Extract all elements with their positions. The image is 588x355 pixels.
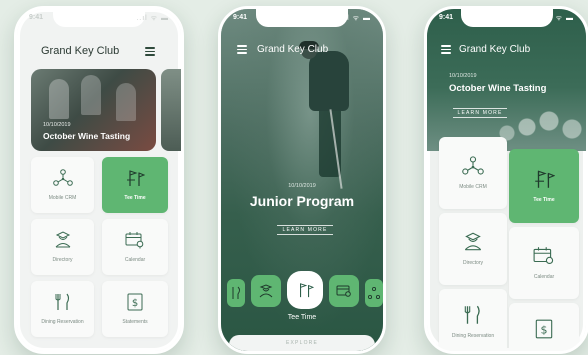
- phone-home-screen: 9:41 ..ıl ᯤ ▬ Grand Key Club 10/10/2019 …: [14, 6, 184, 354]
- tile-statements[interactable]: $ Statements: [102, 281, 168, 337]
- event-title: Junior Program: [249, 193, 355, 209]
- status-time: 9:41: [233, 14, 248, 21]
- tile-label: Dining Reservation: [41, 319, 84, 325]
- event-date: 10/10/2019: [288, 183, 316, 189]
- calendar-icon: [533, 247, 554, 265]
- tile-label: Tee Time: [533, 197, 555, 203]
- tile-tee-time[interactable]: Tee Time: [509, 149, 579, 223]
- tile-dining-reservation[interactable]: Dining Reservation: [31, 281, 94, 337]
- carousel-selected-label: Tee Time: [287, 314, 317, 321]
- event-title: October Wine Tasting: [43, 131, 131, 141]
- carousel-item-tee-time[interactable]: [287, 271, 323, 309]
- svg-text:$: $: [541, 323, 548, 336]
- network-icon: [462, 156, 484, 175]
- tile-label: Dining Reservation: [451, 333, 495, 339]
- network-icon: [368, 287, 380, 299]
- tile-directory[interactable]: Directory: [31, 219, 94, 275]
- event-card[interactable]: 10/10/2019 October Wine Tasting: [31, 69, 156, 151]
- golf-flag-icon: [535, 170, 555, 188]
- menu-icon[interactable]: [441, 45, 451, 54]
- svg-text:$: $: [132, 298, 138, 309]
- tile-label: Calendar: [124, 257, 146, 263]
- tile-statements[interactable]: $: [509, 303, 579, 351]
- tile-dining-reservation[interactable]: Dining Reservation: [439, 289, 507, 351]
- directory-icon: [464, 232, 482, 251]
- status-bar: 9:41 ..ıl ᯤ ▬: [17, 14, 181, 26]
- golf-balls-hero-image: [427, 9, 586, 151]
- tile-label: Mobile CRM: [459, 184, 487, 190]
- carousel-item-dining[interactable]: [227, 279, 245, 307]
- learn-more-button[interactable]: LEARN MORE: [453, 108, 507, 118]
- directory-icon: [259, 284, 273, 298]
- tile-mobile-crm[interactable]: Mobile CRM: [31, 157, 94, 213]
- app-title: Grand Key Club: [459, 44, 531, 55]
- phone-event-detail-screen: 9:41 ..ıl ᯤ ▬ Grand Key Club 10/10/2019 …: [218, 6, 386, 354]
- fork-knife-icon: [232, 286, 240, 299]
- carousel-item-calendar[interactable]: [329, 275, 359, 307]
- event-title: October Wine Tasting: [449, 83, 547, 94]
- phone-home-screen-alt: 9:41 ..ıl ᯤ ▬ Grand Key Club 10/10/2019 …: [424, 6, 588, 354]
- status-time: 9:41: [29, 14, 44, 21]
- fork-knife-icon: [55, 293, 69, 310]
- calendar-icon: [336, 285, 351, 297]
- status-time: 9:41: [439, 14, 454, 21]
- app-title: Grand Key Club: [41, 45, 120, 57]
- tile-label: Tee Time: [124, 195, 146, 201]
- tile-label: Statements: [122, 319, 148, 325]
- wine-glass-image: [116, 83, 136, 121]
- tile-calendar[interactable]: Calendar: [102, 219, 168, 275]
- wine-glass-image: [49, 79, 69, 119]
- status-icons: ..ıl ᯤ ▬: [136, 15, 169, 22]
- wine-glass-image: [81, 75, 101, 115]
- network-icon: [52, 169, 73, 186]
- status-bar: 9:41 ..ıl ᯤ ▬: [221, 14, 383, 26]
- statement-icon: $: [127, 293, 143, 311]
- golf-flag-icon: [300, 283, 314, 298]
- app-title: Grand Key Club: [257, 44, 329, 55]
- carousel-item-directory[interactable]: [251, 275, 281, 307]
- tile-label: Directory: [462, 260, 483, 266]
- directory-icon: [55, 231, 70, 248]
- calendar-icon: [125, 232, 144, 249]
- menu-icon[interactable]: [145, 47, 155, 56]
- tile-directory[interactable]: Directory: [439, 213, 507, 285]
- tile-label: Directory: [52, 257, 73, 263]
- tile-calendar[interactable]: Calendar: [509, 227, 579, 299]
- statement-icon: $: [535, 319, 553, 339]
- next-event-card[interactable]: [161, 69, 181, 151]
- golfer-image: [309, 51, 349, 111]
- event-date: 10/10/2019: [43, 122, 71, 128]
- learn-more-button[interactable]: LEARN MORE: [277, 225, 333, 235]
- menu-icon[interactable]: [237, 45, 247, 54]
- status-icons: ..ıl ᯤ ▬: [338, 15, 371, 22]
- golf-flag-icon: [127, 170, 145, 186]
- tile-label: Mobile CRM: [48, 195, 77, 201]
- status-bar: 9:41 ..ıl ᯤ ▬: [427, 14, 586, 26]
- event-date: 10/10/2019: [449, 73, 477, 79]
- status-icons: ..ıl ᯤ ▬: [541, 15, 574, 22]
- fork-knife-icon: [464, 305, 480, 324]
- explore-button[interactable]: EXPLORE: [229, 335, 375, 351]
- tile-label: Calendar: [533, 274, 555, 280]
- tile-mobile-crm[interactable]: Mobile CRM: [439, 137, 507, 209]
- tile-tee-time[interactable]: Tee Time: [102, 157, 168, 213]
- carousel-item-mobile-crm[interactable]: [365, 279, 383, 307]
